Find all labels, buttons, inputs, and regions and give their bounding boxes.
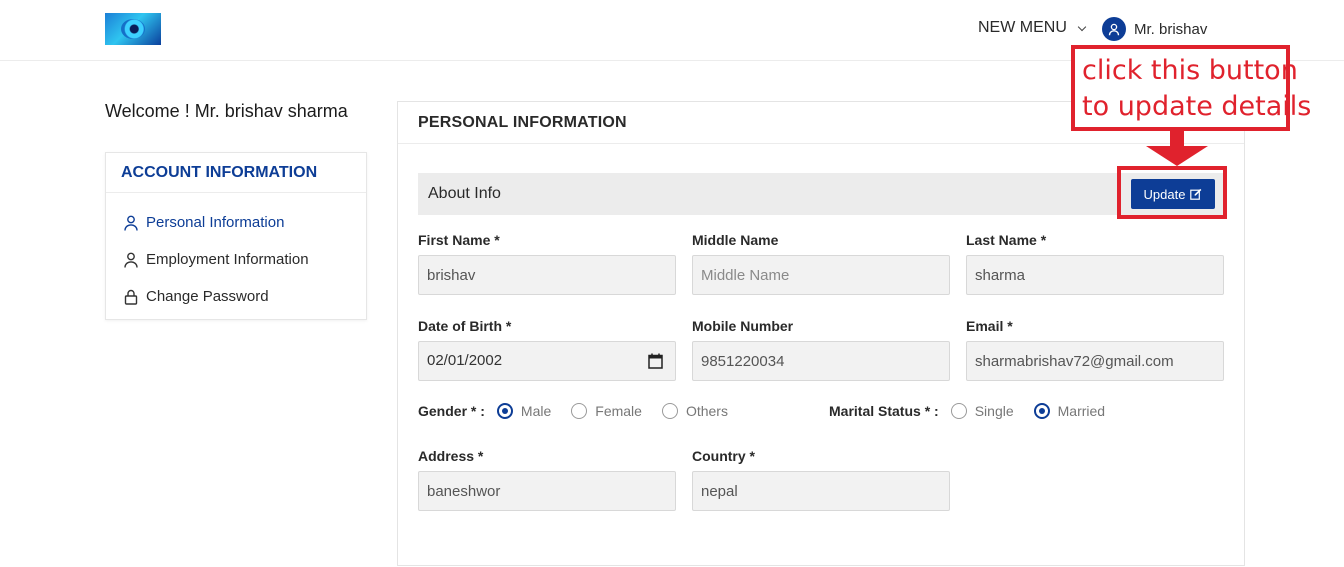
sidebar-item-change-password[interactable]: Change Password (124, 288, 269, 305)
annotation-arrow-shaft (1170, 131, 1184, 147)
chevron-down-icon (1077, 22, 1087, 31)
account-information-title: ACCOUNT INFORMATION (106, 153, 366, 193)
mobile-number-label: Mobile Number (692, 318, 794, 334)
sidebar-item-label: Employment Information (146, 251, 309, 268)
radio-button[interactable] (496, 403, 513, 419)
annotation-callout: click this button to update details (1071, 45, 1312, 131)
gender-option-male[interactable]: Male (496, 403, 552, 419)
gender-option-female[interactable]: Female (571, 403, 642, 419)
country-label: Country * (692, 448, 755, 464)
user-icon (124, 215, 138, 231)
panel-divider (398, 143, 1244, 144)
radio-button[interactable] (571, 403, 588, 419)
logo[interactable] (105, 13, 161, 45)
marital-option-married[interactable]: Married (1033, 403, 1106, 419)
new-menu-dropdown[interactable]: NEW MENU (978, 19, 1087, 37)
date-of-birth-label: Date of Birth * (418, 318, 512, 334)
marital-status-radio-group: Marital Status * : Single Married (829, 403, 1125, 419)
marital-option-single[interactable]: Single (950, 403, 1014, 419)
radio-label: Male (520, 403, 552, 419)
radio-label: Single (974, 403, 1014, 419)
radio-label: Married (1057, 403, 1106, 419)
last-name-field[interactable] (966, 255, 1224, 295)
account-information-card: ACCOUNT INFORMATION Personal Information… (105, 152, 367, 320)
calendar-icon[interactable] (648, 353, 663, 369)
annotation-arrow-down-icon (1146, 146, 1208, 166)
last-name-label: Last Name * (966, 232, 1047, 248)
date-of-birth-value: 02/01/2002 (427, 352, 503, 369)
first-name-label: First Name * (418, 232, 500, 248)
sidebar-item-label: Personal Information (146, 214, 285, 231)
about-info-bar: About Info Update (418, 173, 1224, 215)
middle-name-field[interactable] (692, 255, 950, 295)
user-icon (1108, 23, 1120, 35)
radio-button[interactable] (661, 403, 678, 419)
annotation-line-1: click this button (1082, 55, 1298, 86)
email-field[interactable] (966, 341, 1224, 381)
new-menu-label: NEW MENU (978, 19, 1067, 36)
user-menu[interactable]: Mr. brishav (1102, 17, 1207, 41)
radio-button[interactable] (950, 403, 967, 419)
avatar (1102, 17, 1126, 41)
radio-label: Others (685, 403, 728, 419)
sidebar-item-label: Change Password (146, 288, 269, 305)
radio-button[interactable] (1033, 403, 1050, 419)
annotation-highlight-frame (1117, 166, 1227, 219)
date-of-birth-field[interactable]: 02/01/2002 (418, 341, 676, 381)
address-field[interactable] (418, 471, 676, 511)
gender-label: Gender * : (418, 403, 485, 419)
gender-radio-group: Gender * : Male Female Others (418, 403, 748, 419)
first-name-field[interactable] (418, 255, 676, 295)
user-icon (124, 252, 138, 268)
marital-status-label: Marital Status * : (829, 403, 939, 419)
user-name: Mr. brishav (1134, 20, 1208, 38)
sidebar-item-personal-information[interactable]: Personal Information (124, 214, 284, 231)
sidebar-item-employment-information[interactable]: Employment Information (124, 251, 309, 268)
about-info-title: About Info (428, 185, 501, 202)
middle-name-label: Middle Name (692, 232, 779, 248)
panel-title: PERSONAL INFORMATION (418, 114, 627, 131)
mobile-number-field[interactable] (692, 341, 950, 381)
email-label: Email * (966, 318, 1013, 334)
eye-logo-icon (121, 19, 145, 39)
country-field[interactable] (692, 471, 950, 511)
gender-option-others[interactable]: Others (661, 403, 728, 419)
address-label: Address * (418, 448, 484, 464)
annotation-line-2: to update details (1082, 91, 1312, 122)
radio-label: Female (595, 403, 642, 419)
welcome-text: Welcome ! Mr. brishav sharma (105, 101, 348, 121)
lock-icon (124, 289, 138, 305)
